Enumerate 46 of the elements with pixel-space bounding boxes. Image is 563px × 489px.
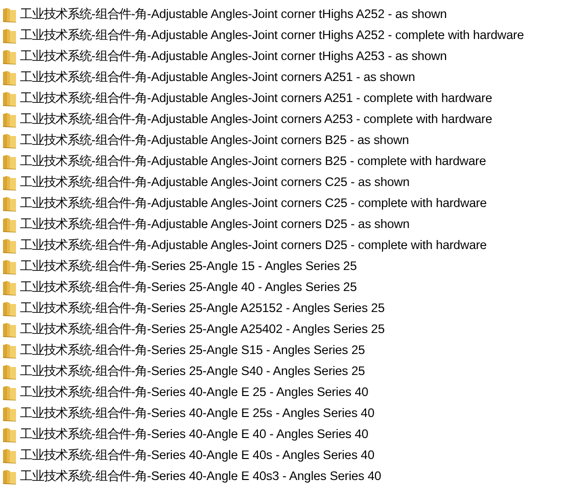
folder-name[interactable]: 工业技术系统-组合件-角-Adjustable Angles-Joint corners A251 - complete with hardware xyxy=(20,90,492,107)
folder-name[interactable]: 工业技术系统-组合件-角-Series 25-Angle A25152 - Angles Series 25 xyxy=(20,300,385,317)
folder-name[interactable]: 工业技术系统-组合件-角-Adjustable Angles-Joint corners A253 - complete with hardware xyxy=(20,111,492,128)
folder-name[interactable]: 工业技术系统-组合件-角-Adjustable Angles-Joint corners A251 - as shown xyxy=(20,69,415,86)
folder-name[interactable]: 工业技术系统-组合件-角-Series 25-Angle S40 - Angles Series 25 xyxy=(20,363,365,380)
folder-icon xyxy=(2,322,17,338)
folder-icon xyxy=(2,384,17,400)
folder-name[interactable]: 工业技术系统-组合件-角-Series 40-Angle E 40s3 - Angles Series 40 xyxy=(20,468,382,485)
folder-name[interactable]: 工业技术系统-组合件-角-Series 25-Angle S15 - Angles Series 25 xyxy=(20,342,365,359)
folder-icon xyxy=(2,426,17,442)
folder-icon xyxy=(2,406,17,422)
folder-name[interactable]: 工业技术系统-组合件-角-Adjustable Angles-Joint corner tHighs A252 - complete with hardware xyxy=(20,27,524,44)
folder-icon xyxy=(2,154,17,170)
folder-name[interactable]: 工业技术系统-组合件-角-Series 40-Angle E 40s - Angles Series 40 xyxy=(20,447,374,464)
folder-icon xyxy=(2,174,17,190)
folder-name[interactable]: 工业技术系统-组合件-角-Series 40-Angle E 40 - Angles Series 40 xyxy=(20,426,368,443)
folder-icon xyxy=(2,238,17,254)
folder-icon xyxy=(2,280,17,296)
folder-icon xyxy=(2,196,17,212)
folder-name[interactable]: 工业技术系统-组合件-角-Adjustable Angles-Joint corners B25 - as shown xyxy=(20,132,409,149)
folder-name[interactable]: 工业技术系统-组合件-角-Series 25-Angle A25402 - Angles Series 25 xyxy=(20,321,385,338)
folder-name[interactable]: 工业技术系统-组合件-角-Series 40-Angle E 25s - Angles Series 40 xyxy=(20,405,374,422)
folder-name[interactable]: 工业技术系统-组合件-角-Adjustable Angles-Joint corners B25 - complete with hardware xyxy=(20,153,486,170)
folder-name[interactable]: 工业技术系统-组合件-角-Adjustable Angles-Joint corners D25 - as shown xyxy=(20,216,410,233)
folder-icon xyxy=(2,70,17,86)
folder-icon xyxy=(2,6,17,22)
folder-name[interactable]: 工业技术系统-组合件-角-Adjustable Angles-Joint corners C25 - complete with hardware xyxy=(20,195,487,212)
folder-name[interactable]: 工业技术系统-组合件-角-Series 25-Angle 15 - Angles Series 25 xyxy=(20,258,357,275)
folder-icon xyxy=(2,48,17,64)
folder-icon xyxy=(2,132,17,148)
folder-icon xyxy=(2,258,17,274)
folder-icon xyxy=(2,342,17,358)
folder-icon xyxy=(2,300,17,316)
folder-icon xyxy=(2,468,17,484)
folder-name[interactable]: 工业技术系统-组合件-角-Adjustable Angles-Joint corners D25 - complete with hardware xyxy=(20,237,487,254)
folder-icon xyxy=(2,364,17,380)
folder-icon xyxy=(2,448,17,464)
folder-name[interactable]: 工业技术系统-组合件-角-Adjustable Angles-Joint corner tHighs A252 - as shown xyxy=(20,6,447,23)
folder-name[interactable]: 工业技术系统-组合件-角-Series 25-Angle 40 - Angles Series 25 xyxy=(20,279,357,296)
folder-icon xyxy=(2,28,17,44)
folder-name[interactable]: 工业技术系统-组合件-角-Series 40-Angle E 25 - Angles Series 40 xyxy=(20,384,368,401)
folder-icon xyxy=(2,112,17,128)
folder-name[interactable]: 工业技术系统-组合件-角-Adjustable Angles-Joint corner tHighs A253 - as shown xyxy=(20,48,447,65)
folder-icon xyxy=(2,216,17,232)
folder-icon xyxy=(2,90,17,106)
folder-name[interactable]: 工业技术系统-组合件-角-Adjustable Angles-Joint corners C25 - as shown xyxy=(20,174,410,191)
